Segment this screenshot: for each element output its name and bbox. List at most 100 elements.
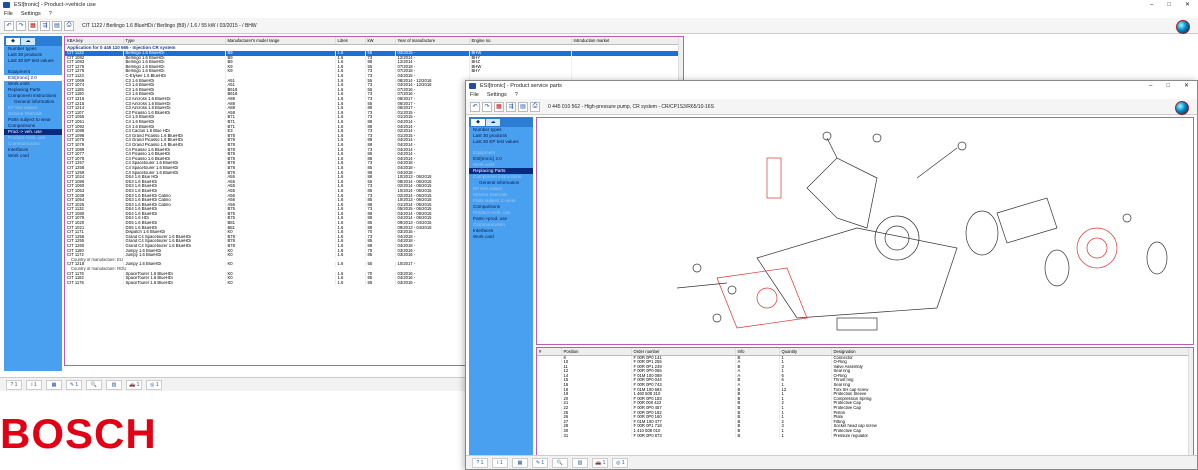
status-button[interactable]: ? 1 <box>6 379 22 390</box>
column-header[interactable]: Year of manufacture <box>395 37 470 45</box>
close-icon[interactable]: ✕ <box>1185 0 1190 10</box>
status-button[interactable]: 🔍 <box>86 379 102 390</box>
table-cell: CIT 1175 <box>65 280 124 286</box>
status-button[interactable]: 🔍 <box>552 457 568 468</box>
window-title: ESI[tronic] - Product->vehicle use <box>14 2 96 8</box>
status-button[interactable]: 🚗 1 <box>592 457 609 468</box>
table-cell: B <box>735 433 780 439</box>
column-header[interactable]: # <box>537 348 562 356</box>
status-button[interactable]: ▥ <box>106 379 122 390</box>
back-icon[interactable]: ↶ <box>4 20 14 31</box>
menu-help[interactable]: ? <box>515 91 518 99</box>
breadcrumb: CIT 1122 / Berlingo 1.6 BlueHDi / Berlin… <box>82 22 257 29</box>
table-cell: 1 <box>779 433 832 439</box>
filter-icon[interactable]: ⇶ <box>506 101 516 112</box>
menu-file[interactable]: File <box>470 91 479 99</box>
table-cell <box>537 433 562 439</box>
column-header[interactable]: Introduction market <box>571 37 683 45</box>
toolbar: ↶ ↷ ▦ ⇶ ▤ ⎙ 0 445 010 562 - High-pressur… <box>466 99 1197 115</box>
menu-help[interactable]: ? <box>49 10 52 18</box>
sidebar-tab-product[interactable]: ◆ <box>6 38 20 45</box>
vertical-scrollbar[interactable] <box>1188 348 1193 458</box>
statusbar: ? 1 i 1 ▦ ✎ 1 🔍 ▥ 🚗 1 ◎ 1 <box>0 377 465 391</box>
close-icon[interactable]: ✕ <box>1184 81 1189 91</box>
maximize-icon[interactable]: □ <box>1167 0 1171 10</box>
forward-icon[interactable]: ↷ <box>16 20 26 31</box>
table-cell: K0 <box>225 280 336 286</box>
column-header[interactable]: Manufacturer's model range <box>225 37 336 45</box>
bosch-logo: BOSCH <box>0 410 157 457</box>
sidebar-tab-vehicle[interactable]: ☁ <box>21 38 35 45</box>
connector-part <box>766 157 782 199</box>
service-parts-window: ESI[tronic] - Product service parts – □ ✕ … <box>465 80 1198 470</box>
sidebar-item[interactable]: Work card <box>4 153 62 159</box>
sidebar-item[interactable]: Last 30 EP test values <box>469 139 533 145</box>
document-icon[interactable]: ▤ <box>518 101 528 112</box>
column-header[interactable]: Quantity <box>779 348 832 356</box>
breadcrumb: 0 445 010 562 - High-pressure pump, CR s… <box>548 103 714 110</box>
statusbar: ? 1 i 1 ▦ ✎ 1 🔍 ▥ 🚗 1 ◎ 1 <box>466 455 1197 469</box>
sidebar-tab-product[interactable]: ◆ <box>471 119 485 126</box>
table-cell: F 00R 0P0 873 <box>631 433 736 439</box>
maximize-icon[interactable]: □ <box>1166 81 1170 91</box>
column-header[interactable]: Position <box>561 348 632 356</box>
globe-icon[interactable] <box>1175 101 1189 115</box>
column-header[interactable]: Order number <box>631 348 736 356</box>
column-header[interactable]: Engine no. <box>469 37 572 45</box>
status-button[interactable]: ▦ <box>512 457 528 468</box>
column-header[interactable]: kW <box>365 37 396 45</box>
menubar: File Settings ? <box>466 91 1197 99</box>
app-icon <box>469 83 476 89</box>
column-header[interactable]: Litres <box>335 37 366 45</box>
status-button[interactable]: ✎ 1 <box>66 379 82 390</box>
bookmark-icon[interactable]: ▦ <box>28 20 38 31</box>
filter-icon[interactable]: ⇶ <box>40 20 50 31</box>
window-titlebar: ESI[tronic] - Product service parts – □ ✕ <box>466 81 1197 91</box>
status-button[interactable]: i 1 <box>492 457 508 468</box>
status-button[interactable]: ▦ <box>46 379 62 390</box>
sidebar: ◆ ☁ Number types Last 30 products Last 30 E… <box>4 36 62 371</box>
application-header: Application for 0 445 110 565 - Injectio… <box>65 44 683 52</box>
status-button[interactable]: i 1 <box>26 379 42 390</box>
document-icon[interactable]: ▤ <box>52 20 62 31</box>
exploded-view-drawing[interactable] <box>537 118 1193 344</box>
parts-list-panel: # Position Order number Info Quantity Designa… <box>536 347 1194 459</box>
sidebar-tab-vehicle[interactable]: ☁ <box>486 119 500 126</box>
menubar: File Settings ? <box>0 10 1198 18</box>
menu-settings[interactable]: Settings <box>487 91 507 99</box>
status-button[interactable]: ◎ 1 <box>146 379 163 390</box>
status-button[interactable]: 🚗 1 <box>126 379 143 390</box>
column-header[interactable]: KBA key <box>65 37 124 45</box>
status-button[interactable]: ? 1 <box>472 457 488 468</box>
print-icon[interactable]: ⎙ <box>64 20 74 31</box>
minimize-icon[interactable]: – <box>1149 81 1152 91</box>
back-icon[interactable]: ↶ <box>470 101 480 112</box>
status-button[interactable]: ◎ 1 <box>612 457 629 468</box>
parts-table: # Position Order number Info Quantity Designa… <box>537 348 1193 439</box>
column-header[interactable]: Info <box>735 348 780 356</box>
table-row[interactable]: 31 F 00R 0P0 873 B 1 Pressure regulator <box>537 433 1193 439</box>
table-cell: SpaceTourer 1.6 BlueHDi <box>123 280 226 286</box>
toolbar: ↶ ↷ ▦ ⇶ ▤ ⎙ CIT 1122 / Berlingo 1.6 Blue… <box>0 18 1198 34</box>
forward-icon[interactable]: ↷ <box>482 101 492 112</box>
status-button[interactable]: ✎ 1 <box>532 457 548 468</box>
globe-icon[interactable] <box>1176 20 1190 34</box>
app-icon <box>3 2 10 8</box>
table-cell: Pressure regulator <box>831 433 1193 439</box>
sidebar-item[interactable]: Work card <box>469 234 533 240</box>
table-cell: 1.6 <box>335 280 366 286</box>
menu-file[interactable]: File <box>4 10 13 18</box>
table-cell: 03/2016 - <box>395 280 470 286</box>
minimize-icon[interactable]: – <box>1150 0 1153 10</box>
sidebar: ◆ ☁ Number types Last 30 products Last 30 E… <box>469 117 533 457</box>
table-cell: 85 <box>365 280 396 286</box>
status-button[interactable]: ▥ <box>572 457 588 468</box>
sidebar-item[interactable]: Last 30 EP test values <box>4 58 62 64</box>
window-title: ESI[tronic] - Product service parts <box>480 83 562 89</box>
print-icon[interactable]: ⎙ <box>530 101 540 112</box>
bookmark-icon[interactable]: ▦ <box>494 101 504 112</box>
window-titlebar: ESI[tronic] - Product->vehicle use – □ ✕ <box>0 0 1198 10</box>
column-header[interactable]: Designation <box>831 348 1193 356</box>
column-header[interactable]: Type <box>123 37 226 45</box>
menu-settings[interactable]: Settings <box>21 10 41 18</box>
